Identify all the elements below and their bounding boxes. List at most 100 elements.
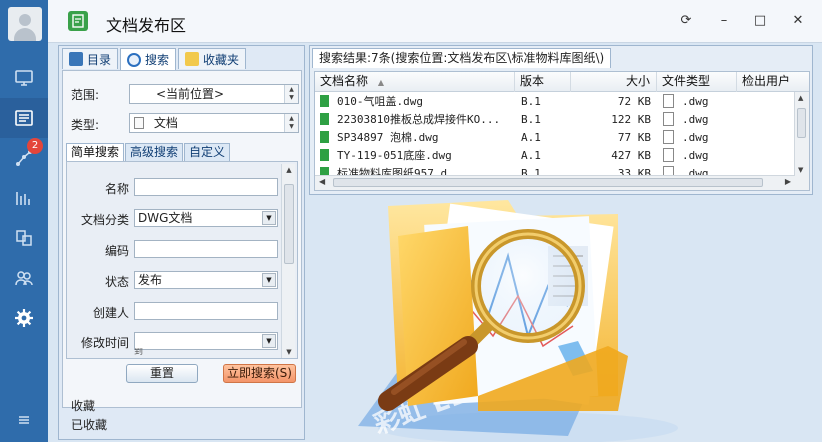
tab-favorites[interactable]: 收藏夹 xyxy=(178,48,247,69)
tab-directory[interactable]: 目录 xyxy=(62,48,119,69)
tab-simple-search[interactable]: 简单搜索 xyxy=(66,143,125,161)
table-row[interactable]: 标准物料库图纸957.d... B.1 33 KB .dwg xyxy=(315,165,795,175)
file-type-icon xyxy=(663,94,674,108)
table-row[interactable]: 22303810推板总成焊接件KO... B.1 122 KB .dwg xyxy=(315,111,795,129)
rail-menu-icon[interactable] xyxy=(0,400,48,440)
results-panel: 搜索结果:7条(搜索位置:文档发布区\标准物料库图纸\) 文档名称 ▲ 版本 大… xyxy=(309,45,813,195)
grid-vertical-scrollbar[interactable]: ▲ ▼ xyxy=(794,92,809,190)
col-header-name[interactable]: 文档名称 ▲ xyxy=(315,72,515,92)
tab-custom-search[interactable]: 自定义 xyxy=(184,143,231,161)
grid-scroll-up-icon[interactable]: ▲ xyxy=(798,94,803,102)
maximize-button[interactable]: □ xyxy=(748,9,772,31)
modified-time-to-label: 到 xyxy=(134,348,144,357)
grid-scroll-down-icon[interactable]: ▼ xyxy=(798,166,803,174)
status-label: 状态 xyxy=(104,275,129,289)
results-grid: 文档名称 ▲ 版本 大小 文件类型 检出用户 010-气咀盖.dwg B.1 7… xyxy=(314,71,810,191)
rail-monitor-icon[interactable] xyxy=(0,58,48,98)
type-label: 类型: xyxy=(71,118,100,132)
type-spin-icon[interactable]: ▲ ▼ xyxy=(284,114,298,132)
name-input[interactable] xyxy=(134,178,278,196)
status-dropdown-icon[interactable]: ▼ xyxy=(262,273,276,287)
search-mode-tabs: 简单搜索 高级搜索 自定义 xyxy=(66,143,231,161)
tab-advanced-search[interactable]: 高级搜索 xyxy=(125,143,184,161)
scope-spin-icon[interactable]: ▲ ▼ xyxy=(284,85,298,103)
modified-time-label: 修改时间 xyxy=(80,336,129,350)
dwg-file-icon xyxy=(320,167,329,175)
panel-tabs: 目录 搜索 收藏夹 xyxy=(62,48,248,70)
notification-badge: 2 xyxy=(27,138,43,154)
grid-horizontal-scrollbar[interactable]: ◀ ▶ xyxy=(315,175,795,190)
table-row[interactable]: TY-119-051底座.dwg A.1 427 KB .dwg xyxy=(315,147,795,165)
form-scroll-thumb[interactable] xyxy=(284,184,294,264)
rail-users-icon[interactable] xyxy=(0,258,48,298)
file-type-icon xyxy=(663,130,674,144)
col-header-size[interactable]: 大小 xyxy=(571,72,657,92)
favorites-saved-label[interactable]: 已收藏 xyxy=(71,416,107,433)
rail-sync-icon[interactable] xyxy=(0,218,48,258)
dwg-file-icon xyxy=(320,149,329,161)
search-panel: 目录 搜索 收藏夹 范围: <当前位置> ▲ ▼ 类型: 文档 ▲ ▼ 简单搜索 高… xyxy=(58,45,305,440)
close-button[interactable]: ✕ xyxy=(786,9,810,31)
status-value: 发布 xyxy=(138,273,163,287)
dwg-file-icon xyxy=(320,131,329,143)
rail-documents-icon[interactable] xyxy=(0,98,48,138)
search-now-button[interactable]: 立即搜索(S) xyxy=(223,364,296,383)
grid-hscroll-thumb[interactable] xyxy=(333,178,763,187)
rail-workflow-icon[interactable]: 2 xyxy=(0,138,48,178)
code-input[interactable] xyxy=(134,240,278,258)
magnifier-icon xyxy=(127,52,142,67)
category-dropdown-icon[interactable]: ▼ xyxy=(262,211,276,225)
col-header-filetype[interactable]: 文件类型 xyxy=(657,72,737,92)
search-form: 范围: <当前位置> ▲ ▼ 类型: 文档 ▲ ▼ 简单搜索 高级搜索 自定义 名称… xyxy=(62,70,302,408)
type-value: 文档 xyxy=(153,116,178,130)
refresh-button[interactable]: ⟳ xyxy=(674,9,698,31)
scroll-up-icon[interactable]: ▲ xyxy=(284,166,294,174)
creator-input[interactable] xyxy=(134,302,278,320)
rail-settings-gear-icon[interactable] xyxy=(0,298,48,338)
file-type-icon xyxy=(663,112,674,126)
window-title: 文档发布区 xyxy=(106,16,187,35)
category-select[interactable]: DWG文档 ▼ xyxy=(134,209,278,227)
user-avatar[interactable] xyxy=(8,7,42,41)
name-label: 名称 xyxy=(104,182,129,196)
grid-scroll-right-icon[interactable]: ▶ xyxy=(785,177,791,186)
table-row[interactable]: 010-气咀盖.dwg B.1 72 KB .dwg xyxy=(315,93,795,111)
file-type-icon xyxy=(663,166,674,175)
col-header-version[interactable]: 版本 xyxy=(515,72,571,92)
nav-rail: 2 xyxy=(0,0,48,442)
tab-search[interactable]: 搜索 xyxy=(120,48,177,70)
category-value: DWG文档 xyxy=(138,211,193,225)
scope-select[interactable]: <当前位置> ▲ ▼ xyxy=(129,84,299,104)
code-label: 编码 xyxy=(104,244,129,258)
document-icon xyxy=(134,117,144,129)
scope-label: 范围: xyxy=(71,88,100,102)
monitor-icon xyxy=(69,52,83,66)
dwg-file-icon xyxy=(320,95,329,107)
category-label: 文档分类 xyxy=(80,213,129,227)
app-document-icon xyxy=(68,11,88,31)
form-scrollbar[interactable]: ▲ ▼ xyxy=(281,164,295,358)
modified-time-input[interactable]: ▼ xyxy=(134,332,278,350)
search-illustration: 彩虹 EDM xyxy=(318,196,738,442)
minimize-button[interactable]: – xyxy=(712,9,736,31)
folder-star-icon xyxy=(185,52,200,66)
grid-header: 文档名称 ▲ 版本 大小 文件类型 检出用户 xyxy=(315,72,809,92)
results-tab[interactable]: 搜索结果:7条(搜索位置:文档发布区\标准物料库图纸\) xyxy=(312,48,612,68)
grid-vscroll-thumb[interactable] xyxy=(797,108,806,138)
col-header-checkout-user[interactable]: 检出用户 xyxy=(737,72,809,92)
rail-chart-icon[interactable] xyxy=(0,178,48,218)
type-select[interactable]: 文档 ▲ ▼ xyxy=(129,113,299,133)
dwg-file-icon xyxy=(320,113,329,125)
table-row[interactable]: SP34897 泡棉.dwg A.1 77 KB .dwg xyxy=(315,129,795,147)
status-select[interactable]: 发布 ▼ xyxy=(134,271,278,289)
modified-time-dropdown-icon[interactable]: ▼ xyxy=(262,334,276,348)
simple-search-fields: 名称 文档分类 DWG文档 ▼ 编码 状态 发布 ▼ 创建人 修改时间 ▼ 到 xyxy=(66,161,298,359)
grid-scroll-left-icon[interactable]: ◀ xyxy=(319,177,325,186)
scope-value: <当前位置> xyxy=(156,87,225,101)
scroll-down-icon[interactable]: ▼ xyxy=(284,348,294,356)
title-bar: 文档发布区 ⟳ – □ ✕ xyxy=(48,0,822,43)
favorites-label[interactable]: 收藏 xyxy=(71,397,95,414)
creator-label: 创建人 xyxy=(92,306,129,320)
file-type-icon xyxy=(663,148,674,162)
reset-button[interactable]: 重置 xyxy=(126,364,198,383)
